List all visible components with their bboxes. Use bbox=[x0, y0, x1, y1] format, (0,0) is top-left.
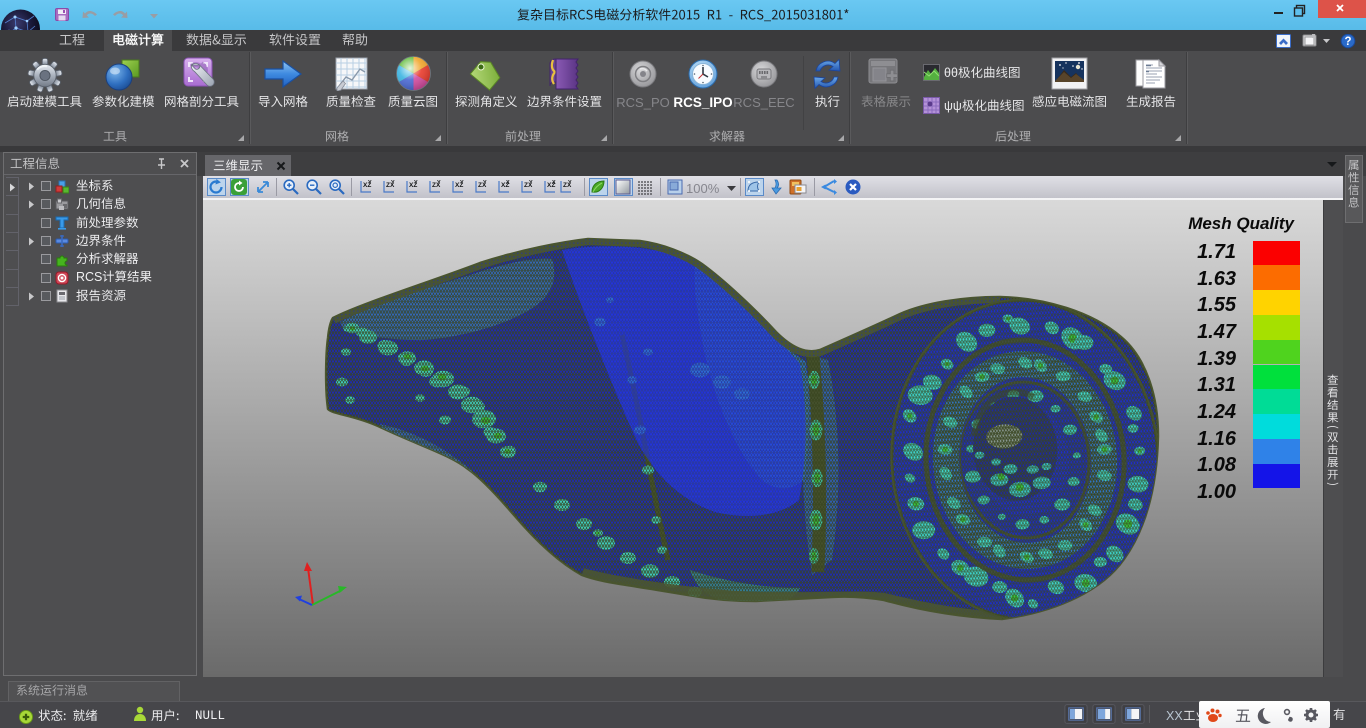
svg-text:X: X bbox=[506, 180, 510, 186]
svg-text:Y: Y bbox=[414, 180, 418, 186]
svg-text:Y: Y bbox=[483, 180, 487, 186]
svg-text:Y: Y bbox=[437, 180, 441, 186]
svg-text:Y: Y bbox=[568, 180, 572, 186]
svg-text:X: X bbox=[552, 180, 556, 186]
svg-text:Y: Y bbox=[460, 180, 464, 186]
svg-text:?: ? bbox=[1344, 36, 1351, 48]
svg-text:Y: Y bbox=[529, 180, 533, 186]
svg-text:Y: Y bbox=[391, 180, 395, 186]
svg-text:Y: Y bbox=[368, 180, 372, 186]
